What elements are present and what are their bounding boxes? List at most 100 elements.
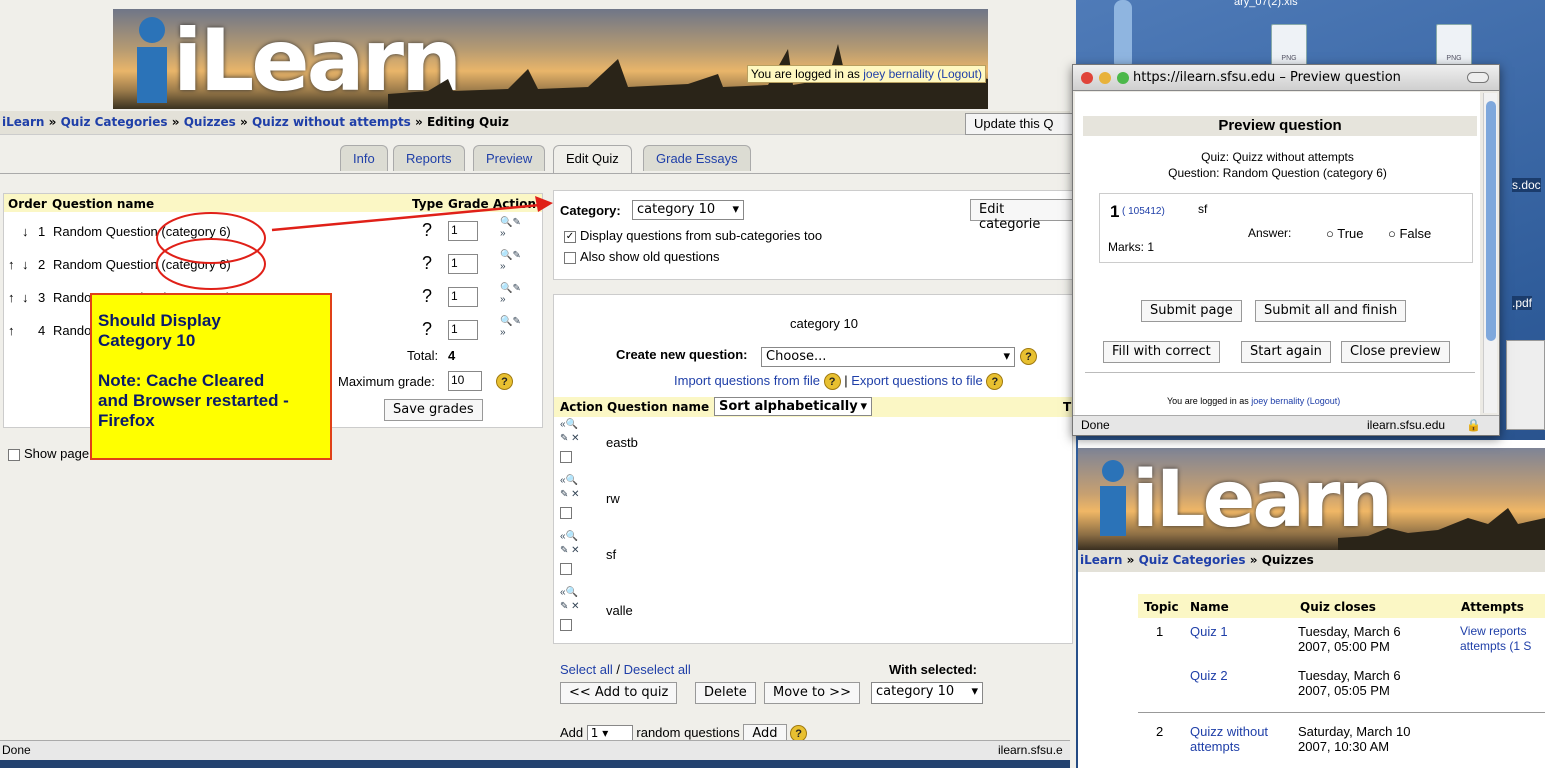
- scrollbar-thumb[interactable]: [1486, 101, 1496, 341]
- col-question-name: Question name: [607, 400, 710, 414]
- doc-file-label[interactable]: s.doc: [1512, 178, 1541, 192]
- radio-icon[interactable]: ○: [1326, 226, 1334, 241]
- move-to-button[interactable]: Move to >>: [764, 682, 860, 704]
- png-label: PNG: [1281, 55, 1297, 62]
- logout-link[interactable]: (Logout): [937, 67, 982, 81]
- radio-icon[interactable]: ○: [1388, 226, 1396, 241]
- sort-select[interactable]: Sort alphabetically ▾: [714, 397, 872, 416]
- tab-info[interactable]: Info: [340, 145, 388, 171]
- breadcrumb-quiz-categories[interactable]: Quiz Categories: [61, 115, 168, 129]
- move-down-icon[interactable]: ↓: [22, 224, 29, 239]
- window-title-bar[interactable]: https://ilearn.sfsu.edu – Preview questi…: [1073, 65, 1499, 91]
- grade-input[interactable]: 1: [448, 320, 478, 340]
- edit-delete-icons[interactable]: ✎ ✕: [560, 545, 590, 556]
- breadcrumb-quiz-categories[interactable]: Quiz Categories: [1139, 553, 1246, 567]
- question-id-link[interactable]: ( 105412): [1122, 206, 1165, 217]
- delete-button[interactable]: Delete: [695, 682, 756, 704]
- old-questions-checkbox[interactable]: [564, 251, 576, 264]
- update-quiz-button[interactable]: Update this Q: [965, 113, 1075, 135]
- add-to-quiz-button[interactable]: << Add to quiz: [560, 682, 678, 704]
- preview-edit-icons[interactable]: 🔍✎»: [500, 316, 521, 338]
- quiz-link-line2[interactable]: attempts: [1190, 739, 1240, 754]
- close-window-icon[interactable]: [1081, 72, 1093, 84]
- grade-input[interactable]: 1: [448, 287, 478, 307]
- save-grades-button[interactable]: Save grades: [384, 399, 483, 421]
- question-checkbox[interactable]: [560, 507, 572, 519]
- question-checkbox[interactable]: [560, 563, 572, 575]
- add-preview-icons[interactable]: «🔍: [560, 531, 590, 542]
- create-question-select[interactable]: Choose... ▾: [761, 347, 1015, 367]
- import-link[interactable]: Import questions from file: [674, 373, 820, 388]
- edit-categories-button[interactable]: Edit categorie: [970, 199, 1076, 232]
- max-grade-input[interactable]: 10: [448, 371, 482, 391]
- old-questions-option[interactable]: Also show old questions: [564, 249, 719, 264]
- breadcrumb-ilearn[interactable]: iLearn: [2, 115, 44, 129]
- help-icon[interactable]: ?: [496, 373, 513, 390]
- move-up-icon[interactable]: ↑: [8, 257, 15, 272]
- preview-edit-icons[interactable]: 🔍✎»: [500, 283, 521, 305]
- minimize-window-icon[interactable]: [1099, 72, 1111, 84]
- scrollbar[interactable]: [1483, 93, 1497, 413]
- export-link[interactable]: Export questions to file: [851, 373, 983, 388]
- submit-all-button[interactable]: Submit all and finish: [1255, 300, 1407, 322]
- move-up-icon[interactable]: ↑: [8, 323, 15, 338]
- preview-edit-icons[interactable]: 🔍✎»: [500, 250, 521, 272]
- tab-preview[interactable]: Preview: [473, 145, 546, 171]
- grade-input[interactable]: 1: [448, 221, 478, 241]
- add-preview-icons[interactable]: «🔍: [560, 587, 590, 598]
- add-preview-icons[interactable]: «🔍: [560, 419, 590, 430]
- import-export-links: Import questions from file ? | Export qu…: [674, 373, 1004, 390]
- true-option[interactable]: ○ True: [1326, 226, 1364, 241]
- question-checkbox[interactable]: [560, 619, 572, 631]
- subcategories-checkbox-checked[interactable]: ✓: [564, 230, 576, 243]
- breadcrumb-quiz[interactable]: Quizz without attempts: [252, 115, 411, 129]
- scrollbar[interactable]: [1114, 0, 1132, 70]
- move-category-select[interactable]: category 10 ▾: [871, 682, 983, 704]
- move-up-icon[interactable]: ↑: [8, 290, 15, 305]
- fill-correct-button[interactable]: Fill with correct: [1103, 341, 1220, 363]
- move-down-icon[interactable]: ↓: [22, 257, 29, 272]
- breadcrumb-ilearn[interactable]: iLearn: [1080, 553, 1122, 567]
- zoom-window-icon[interactable]: [1117, 72, 1129, 84]
- close-preview-button[interactable]: Close preview: [1341, 341, 1450, 363]
- move-down-icon[interactable]: ↓: [22, 290, 29, 305]
- deselect-all-link[interactable]: Deselect all: [624, 662, 691, 677]
- user-link[interactable]: joey bernality: [863, 67, 934, 81]
- tab-grade-essays[interactable]: Grade Essays: [643, 145, 751, 171]
- quiz-link[interactable]: Quizz without: [1190, 724, 1268, 739]
- attempts-link[interactable]: attempts (1 S: [1460, 639, 1531, 653]
- logged-in-prefix: You are logged in as: [750, 67, 864, 81]
- start-again-button[interactable]: Start again: [1241, 341, 1331, 363]
- view-reports-link[interactable]: View reports: [1460, 624, 1526, 638]
- toolbar-toggle-icon[interactable]: [1467, 72, 1489, 83]
- category-select[interactable]: category 10 ▾: [632, 200, 744, 220]
- quiz-link[interactable]: Quiz 1: [1190, 624, 1228, 639]
- false-option[interactable]: ○ False: [1388, 226, 1431, 241]
- subcategories-option[interactable]: ✓ Display questions from sub-categories t…: [564, 228, 822, 243]
- edit-delete-icons[interactable]: ✎ ✕: [560, 601, 590, 612]
- sort-select-value: Sort alphabetically: [719, 399, 858, 414]
- edit-delete-icons[interactable]: ✎ ✕: [560, 489, 590, 500]
- pdf-file-label[interactable]: .pdf: [1512, 296, 1533, 310]
- help-icon[interactable]: ?: [823, 373, 841, 390]
- desktop-file-label[interactable]: ary_07(2).xls: [1234, 0, 1298, 8]
- tab-reports[interactable]: Reports: [393, 145, 465, 171]
- logout-link[interactable]: (Logout): [1307, 396, 1341, 406]
- submit-page-button[interactable]: Submit page: [1141, 300, 1242, 322]
- category-select-value: category 10: [637, 202, 716, 217]
- add-preview-icons[interactable]: «🔍: [560, 475, 590, 486]
- breadcrumb-quizzes[interactable]: Quizzes: [184, 115, 236, 129]
- select-all-link[interactable]: Select all: [560, 662, 613, 677]
- help-icon[interactable]: ?: [1020, 348, 1037, 365]
- show-page-breaks-checkbox[interactable]: [8, 448, 20, 461]
- quiz-link[interactable]: Quiz 2: [1190, 668, 1228, 683]
- grade-input[interactable]: 1: [448, 254, 478, 274]
- tab-edit-quiz[interactable]: Edit Quiz: [553, 145, 632, 173]
- user-link[interactable]: joey bernality: [1251, 396, 1304, 406]
- question-checkbox[interactable]: [560, 451, 572, 463]
- edit-delete-icons[interactable]: ✎ ✕: [560, 433, 590, 444]
- help-icon[interactable]: ?: [986, 373, 1004, 390]
- png-file-icon[interactable]: PNG: [1271, 24, 1307, 66]
- png-file-icon[interactable]: PNG: [1436, 24, 1472, 66]
- preview-edit-icons[interactable]: 🔍✎»: [500, 217, 521, 239]
